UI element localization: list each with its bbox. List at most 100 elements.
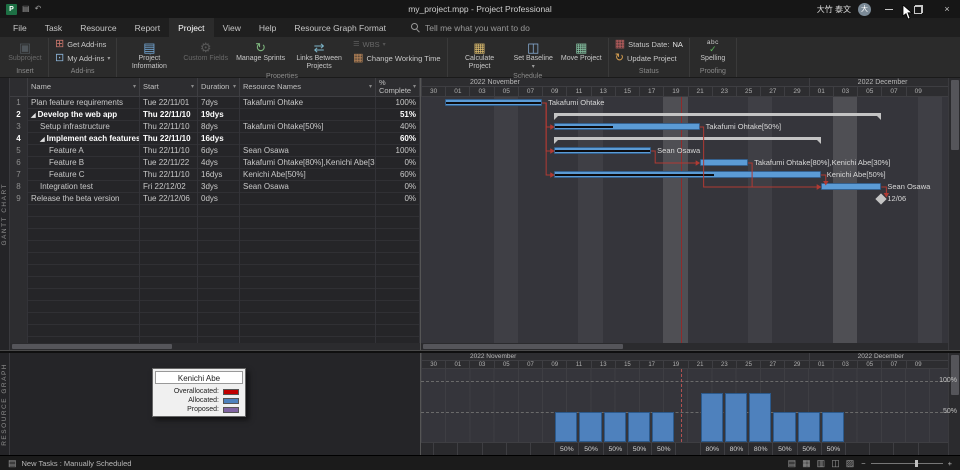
status-date-button[interactable]: ▦Status Date:NA <box>612 38 686 51</box>
start-cell[interactable]: Thu 22/11/10 <box>140 169 198 181</box>
start-cell[interactable]: Thu 22/11/10 <box>140 109 198 121</box>
resources-cell[interactable]: Takafumi Ohtake[80%],Kenichi Abe[30%] <box>240 157 376 169</box>
gantt-bar-task-1[interactable] <box>445 99 542 106</box>
undo-icon[interactable]: ↶ <box>35 5 42 13</box>
tab-resource[interactable]: Resource <box>71 18 125 37</box>
task-name-cell[interactable] <box>28 277 140 289</box>
task-row-empty[interactable] <box>10 253 420 265</box>
task-name-cell[interactable]: Feature C <box>28 169 140 181</box>
duration-cell[interactable] <box>198 217 240 229</box>
task-name-cell[interactable] <box>28 241 140 253</box>
start-cell[interactable] <box>140 265 198 277</box>
task-name-cell[interactable]: Feature A <box>28 145 140 157</box>
task-name-cell[interactable] <box>28 253 140 265</box>
duration-cell[interactable] <box>198 205 240 217</box>
start-cell[interactable]: Tue 22/12/06 <box>140 193 198 205</box>
resources-cell[interactable] <box>240 265 376 277</box>
complete-cell[interactable] <box>376 325 420 337</box>
start-cell[interactable] <box>140 301 198 313</box>
expand-collapse-icon[interactable]: ◢ <box>31 113 36 119</box>
get-add-ins-button[interactable]: ⊞Get Add-ins <box>52 38 113 51</box>
duration-cell[interactable] <box>198 313 240 325</box>
task-name-cell[interactable] <box>28 217 140 229</box>
task-row-7[interactable]: 7Feature CThu 22/11/1016dysKenichi Abe[5… <box>10 169 420 181</box>
start-cell[interactable] <box>140 325 198 337</box>
complete-cell[interactable]: 0% <box>376 157 420 169</box>
pane-splitter-vertical[interactable] <box>420 78 421 350</box>
duration-cell[interactable]: 16dys <box>198 133 240 145</box>
complete-cell[interactable] <box>376 205 420 217</box>
resources-cell[interactable] <box>240 325 376 337</box>
table-hscrollbar[interactable] <box>10 343 420 350</box>
close-button[interactable]: × <box>936 0 958 18</box>
task-name-cell[interactable] <box>28 289 140 301</box>
task-row-empty[interactable] <box>10 265 420 277</box>
gantt-bar-task-5[interactable] <box>554 147 651 154</box>
resource-bar[interactable] <box>773 412 795 442</box>
duration-cell[interactable]: 8dys <box>198 121 240 133</box>
column-header-resource-names[interactable]: Resource Names▾ <box>240 78 376 96</box>
task-name-cell[interactable] <box>28 265 140 277</box>
gantt-hscrollbar[interactable] <box>421 343 948 350</box>
start-cell[interactable]: Thu 22/11/10 <box>140 145 198 157</box>
expand-collapse-icon[interactable]: ◢ <box>40 137 45 143</box>
row-number[interactable] <box>10 265 28 277</box>
start-cell[interactable]: Thu 22/11/10 <box>140 121 198 133</box>
resource-chart-body[interactable] <box>421 369 948 442</box>
gantt-bar-summary-2[interactable] <box>554 113 881 116</box>
row-number[interactable] <box>10 205 28 217</box>
resource-bar[interactable] <box>701 393 723 442</box>
project-information-button[interactable]: ▤Project Information <box>120 38 178 71</box>
start-cell[interactable]: Fri 22/12/02 <box>140 181 198 193</box>
task-usage-view-icon[interactable]: ▦ <box>802 459 811 468</box>
task-row-empty[interactable] <box>10 277 420 289</box>
links-between-projects-button[interactable]: ⇄Links Between Projects <box>290 38 348 71</box>
team-planner-view-icon[interactable]: ▥ <box>817 459 826 468</box>
task-name-cell[interactable] <box>28 229 140 241</box>
task-name-cell[interactable] <box>28 205 140 217</box>
complete-cell[interactable]: 100% <box>376 97 420 109</box>
resource-bar[interactable] <box>628 412 650 442</box>
start-cell[interactable] <box>140 313 198 325</box>
resources-cell[interactable] <box>240 301 376 313</box>
resources-cell[interactable]: Sean Osawa <box>240 181 376 193</box>
resources-cell[interactable] <box>240 133 376 145</box>
start-cell[interactable] <box>140 277 198 289</box>
resource-bar[interactable] <box>725 393 747 442</box>
row-number[interactable]: 4 <box>10 133 28 145</box>
zoom-slider-thumb[interactable] <box>915 460 918 467</box>
tell-me-search[interactable]: Tell me what you want to do <box>411 18 530 37</box>
resources-cell[interactable] <box>240 217 376 229</box>
row-number[interactable]: 7 <box>10 169 28 181</box>
complete-cell[interactable] <box>376 265 420 277</box>
duration-cell[interactable] <box>198 325 240 337</box>
start-cell[interactable]: Tue 22/11/01 <box>140 97 198 109</box>
task-row-8[interactable]: 8Integration testFri 22/12/023dysSean Os… <box>10 181 420 193</box>
tab-report[interactable]: Report <box>126 18 170 37</box>
resource-bar[interactable] <box>652 412 674 442</box>
change-working-time-button[interactable]: ▦Change Working Time <box>350 52 443 65</box>
complete-cell[interactable]: 100% <box>376 145 420 157</box>
resources-cell[interactable]: Sean Osawa <box>240 145 376 157</box>
task-row-empty[interactable] <box>10 217 420 229</box>
filter-arrow-icon[interactable]: ▾ <box>133 83 136 92</box>
gantt-bar-task-8[interactable] <box>821 183 882 190</box>
gantt-bar-summary-4[interactable] <box>554 137 821 140</box>
duration-cell[interactable] <box>198 241 240 253</box>
zoom-in-button[interactable]: + <box>948 459 952 468</box>
resources-cell[interactable] <box>240 313 376 325</box>
gantt-bar-task-6[interactable] <box>700 159 748 166</box>
start-cell[interactable] <box>140 241 198 253</box>
complete-cell[interactable]: 0% <box>376 193 420 205</box>
row-number[interactable] <box>10 325 28 337</box>
task-name-cell[interactable]: Feature B <box>28 157 140 169</box>
duration-cell[interactable] <box>198 289 240 301</box>
gantt-chart-view-icon[interactable]: ▤ <box>788 459 797 468</box>
select-all-corner[interactable] <box>10 78 28 96</box>
move-project-button[interactable]: ▦Move Project <box>558 38 605 71</box>
start-cell[interactable] <box>140 205 198 217</box>
task-row-empty[interactable] <box>10 301 420 313</box>
row-number[interactable]: 6 <box>10 157 28 169</box>
manage-sprints-button[interactable]: ↻Manage Sprints <box>233 38 288 71</box>
resources-cell[interactable] <box>240 241 376 253</box>
